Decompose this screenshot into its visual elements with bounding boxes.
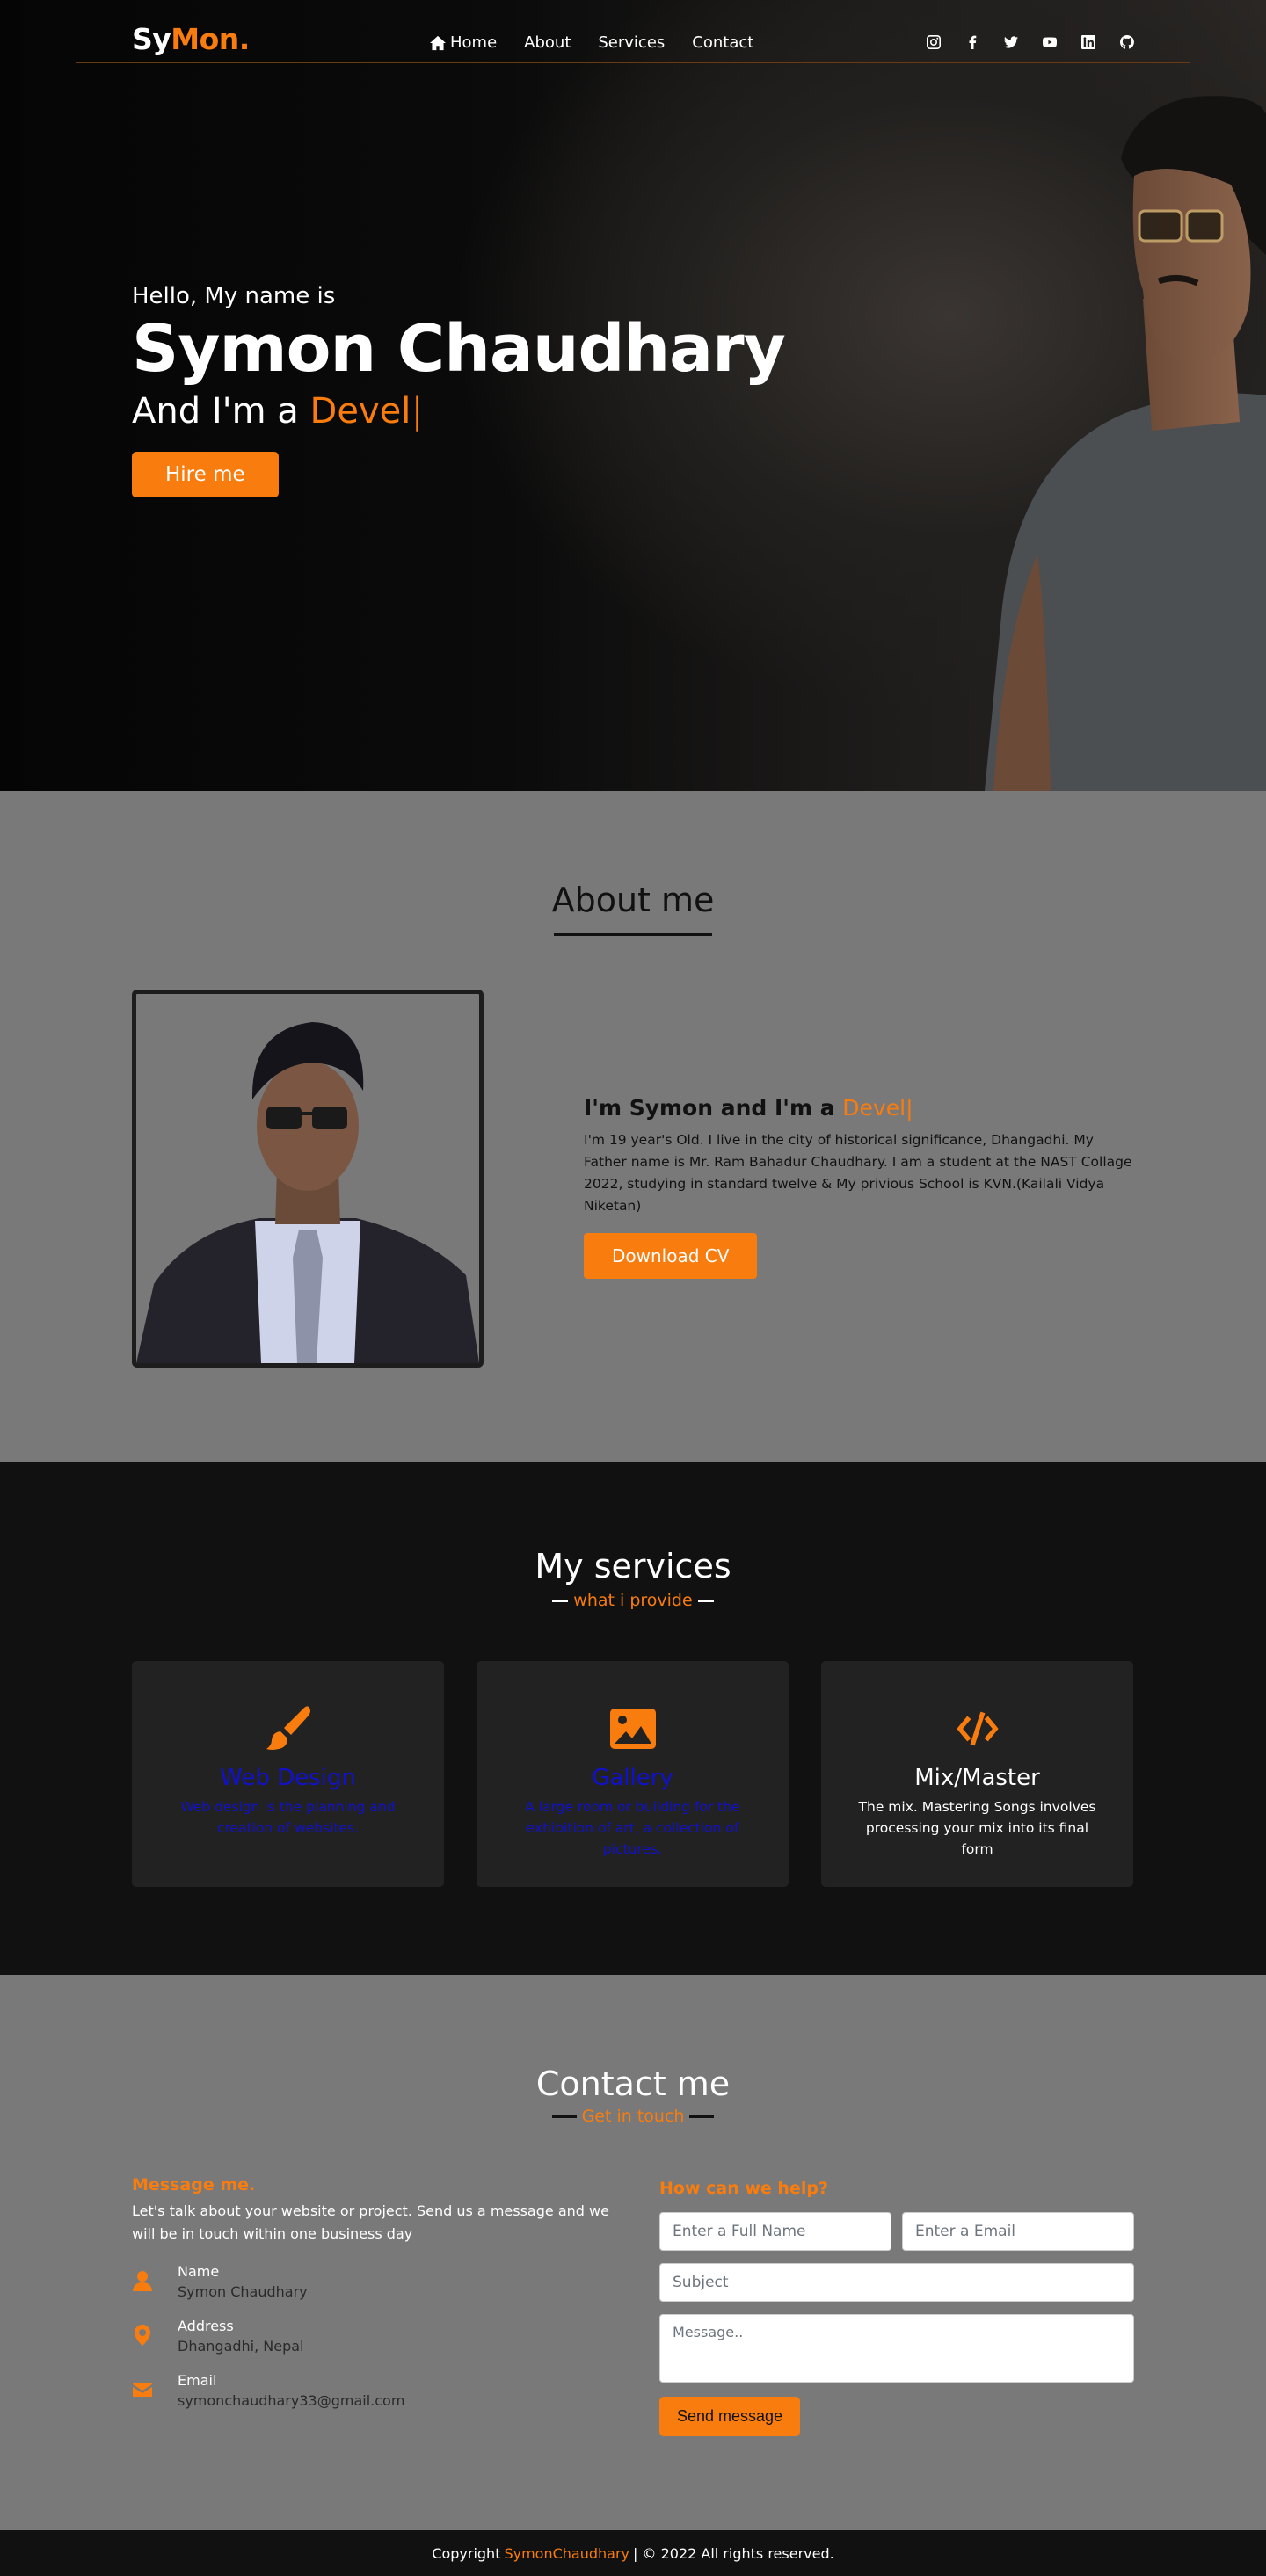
contact-form: How can we help? Enter a Full Name Enter… (659, 2179, 1134, 2436)
contact-intro: Let's talk about your website or project… (132, 2202, 609, 2242)
hero-greeting: Hello, My name is (132, 283, 336, 309)
nav-item-home[interactable]: Home (429, 33, 497, 52)
navbar: SyMon. Home About Services Contact (76, 0, 1190, 63)
contact-info-email: Email symonchaudhary33@gmail.com (132, 2372, 624, 2409)
contact-subtitle: Get in touch (0, 2107, 1266, 2126)
download-cv-button[interactable]: Download CV (584, 1233, 758, 1279)
instagram-icon[interactable] (925, 33, 942, 51)
hero-intro: Hello, My name is Symon Chaudhary And I'… (132, 283, 786, 497)
hero-portrait-image (985, 96, 1266, 791)
contact-info-name: Name Symon Chaudhary (132, 2263, 624, 2300)
about-section: About me I'm Symon and I'm a Devel| I'm … (0, 791, 1266, 1462)
contact-info: Message me. Let's talk about your websit… (132, 2175, 624, 2409)
service-card-web-design[interactable]: Web Design Web design is the planning an… (132, 1661, 444, 1887)
twitter-icon[interactable] (1002, 33, 1020, 51)
contact-info-address: Address Dhangadhi, Nepal (132, 2318, 624, 2355)
brand-logo[interactable]: SyMon. (132, 25, 250, 54)
user-icon (133, 2271, 152, 2291)
subtitle-dash (552, 1599, 569, 1602)
subtitle-dash (689, 2115, 715, 2118)
youtube-icon[interactable] (1041, 33, 1059, 51)
services-title: My services (535, 1547, 731, 1586)
nav-menu: Home About Services Contact (429, 33, 753, 52)
footer-author-link[interactable]: SymonChaudhary (504, 2545, 629, 2562)
typing-cursor: | (411, 391, 423, 432)
typed-role-text: Devel (309, 391, 411, 432)
hero-name: Symon Chaudhary (132, 311, 786, 387)
typing-cursor: | (906, 1095, 913, 1121)
typed-role-text: Devel (842, 1095, 906, 1121)
contact-section: Contact me Get in touch Message me. Let'… (0, 1975, 1266, 2530)
code-icon (956, 1711, 999, 1746)
subject-input[interactable]: Subject (659, 2263, 1134, 2302)
github-icon[interactable] (1118, 33, 1136, 51)
service-card-mix-master[interactable]: Mix/Master The mix. Mastering Songs invo… (821, 1661, 1133, 1887)
facebook-icon[interactable] (964, 33, 981, 51)
hero-role: And I'm a Devel| (132, 391, 423, 432)
image-icon (609, 1709, 656, 1749)
nav-item-services[interactable]: Services (598, 33, 665, 52)
nav-item-contact[interactable]: Contact (692, 33, 753, 52)
home-icon (430, 35, 446, 50)
send-message-button[interactable]: Send message (659, 2397, 801, 2436)
about-heading: I'm Symon and I'm a Devel| (584, 1095, 913, 1121)
service-card-gallery[interactable]: Gallery A large room or building for the… (477, 1661, 789, 1887)
hero-section: SyMon. Home About Services Contact Hello… (0, 0, 1266, 791)
message-textarea[interactable]: Message.. (659, 2314, 1134, 2383)
location-pin-icon (135, 2325, 150, 2346)
social-links (925, 33, 1136, 51)
about-text: I'm Symon and I'm a Devel| I'm 19 year's… (584, 1095, 1136, 1279)
about-body: I'm 19 year's Old. I live in the city of… (584, 1132, 1132, 1214)
services-section: My services what i provide Web Design We… (0, 1462, 1266, 1975)
nav-item-about[interactable]: About (524, 33, 571, 52)
profile-photo-image (136, 1022, 479, 1363)
message-me-heading: Message me. (132, 2175, 256, 2195)
envelope-icon (133, 2383, 152, 2397)
email-input[interactable]: Enter a Email (902, 2212, 1134, 2251)
contact-title: Contact me (535, 2064, 731, 2103)
hire-me-button[interactable]: Hire me (132, 452, 279, 497)
help-heading: How can we help? (659, 2179, 828, 2198)
service-cards: Web Design Web design is the planning an… (132, 1661, 1133, 1887)
about-photo (132, 990, 484, 1368)
about-title-underline (554, 933, 712, 936)
about-title: About me (551, 881, 715, 919)
full-name-input[interactable]: Enter a Full Name (659, 2212, 891, 2251)
services-subtitle: what i provide (0, 1591, 1266, 1610)
paintbrush-icon (266, 1706, 310, 1750)
footer: Copyright SymonChaudhary | © 2022 All ri… (0, 2530, 1266, 2576)
linkedin-icon[interactable] (1080, 33, 1097, 51)
subtitle-dash (697, 1599, 714, 1602)
subtitle-dash (551, 2115, 577, 2118)
